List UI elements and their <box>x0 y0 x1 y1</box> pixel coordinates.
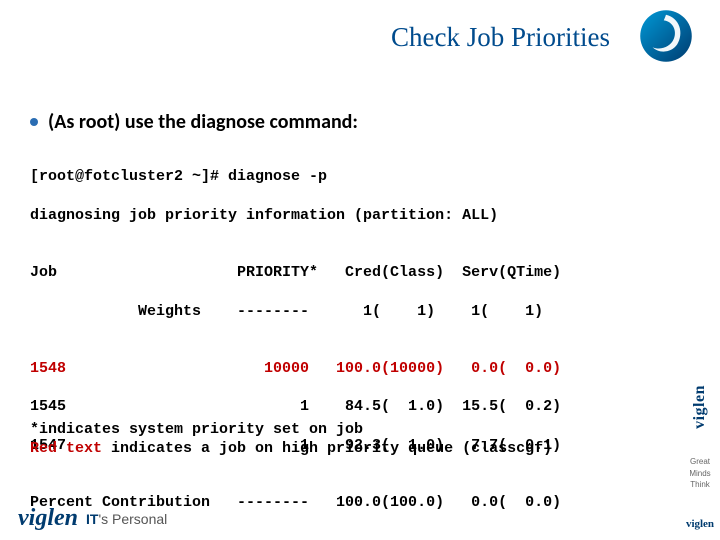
bullet-item: (As root) use the diagnose command: <box>30 110 358 134</box>
sidebar-brand-small: viglen <box>686 518 714 530</box>
sidebar-brand-vertical: viglen <box>691 385 709 429</box>
footer-tagline-rest: 's Personal <box>98 511 167 527</box>
sidebar-slogan: Great Minds Think <box>680 456 720 490</box>
table-header-2: Weights -------- 1( 1) 1( 1) <box>30 302 561 321</box>
footnote-line: *indicates system priority set on job <box>30 420 552 439</box>
bullet-text: (As root) use the diagnose command: <box>48 110 358 134</box>
footnote-block: *indicates system priority set on job Re… <box>30 420 552 458</box>
footer-tagline: IT's Personal <box>86 511 167 527</box>
footnote-rest: indicates a job on high priority queue (… <box>102 440 552 457</box>
page-title: Check Job Priorities <box>391 22 610 53</box>
table-row-highlight: 1548 10000 100.0(10000) 0.0( 0.0) <box>30 359 561 378</box>
cmd-line: [root@fotcluster2 ~]# diagnose -p <box>30 167 561 186</box>
footnote-line: Red text indicates a job on high priorit… <box>30 439 552 458</box>
brand-swirl-logo <box>638 8 694 64</box>
footer-tagline-it: IT <box>86 511 98 527</box>
footer-brand-name: viglen <box>18 505 78 532</box>
table-row: 1545 1 84.5( 1.0) 15.5( 0.2) <box>30 397 561 416</box>
terminal-output: [root@fotcluster2 ~]# diagnose -p diagno… <box>30 148 561 532</box>
bullet-dot-icon <box>30 118 38 126</box>
sidebar-brand: viglen Great Minds Think viglen <box>680 80 720 540</box>
cmd-output-line: diagnosing job priority information (par… <box>30 206 561 225</box>
footer-brand: viglen IT's Personal <box>18 505 167 532</box>
footnote-red: Red text <box>30 440 102 457</box>
table-header-1: Job PRIORITY* Cred(Class) Serv(QTime) <box>30 263 561 282</box>
